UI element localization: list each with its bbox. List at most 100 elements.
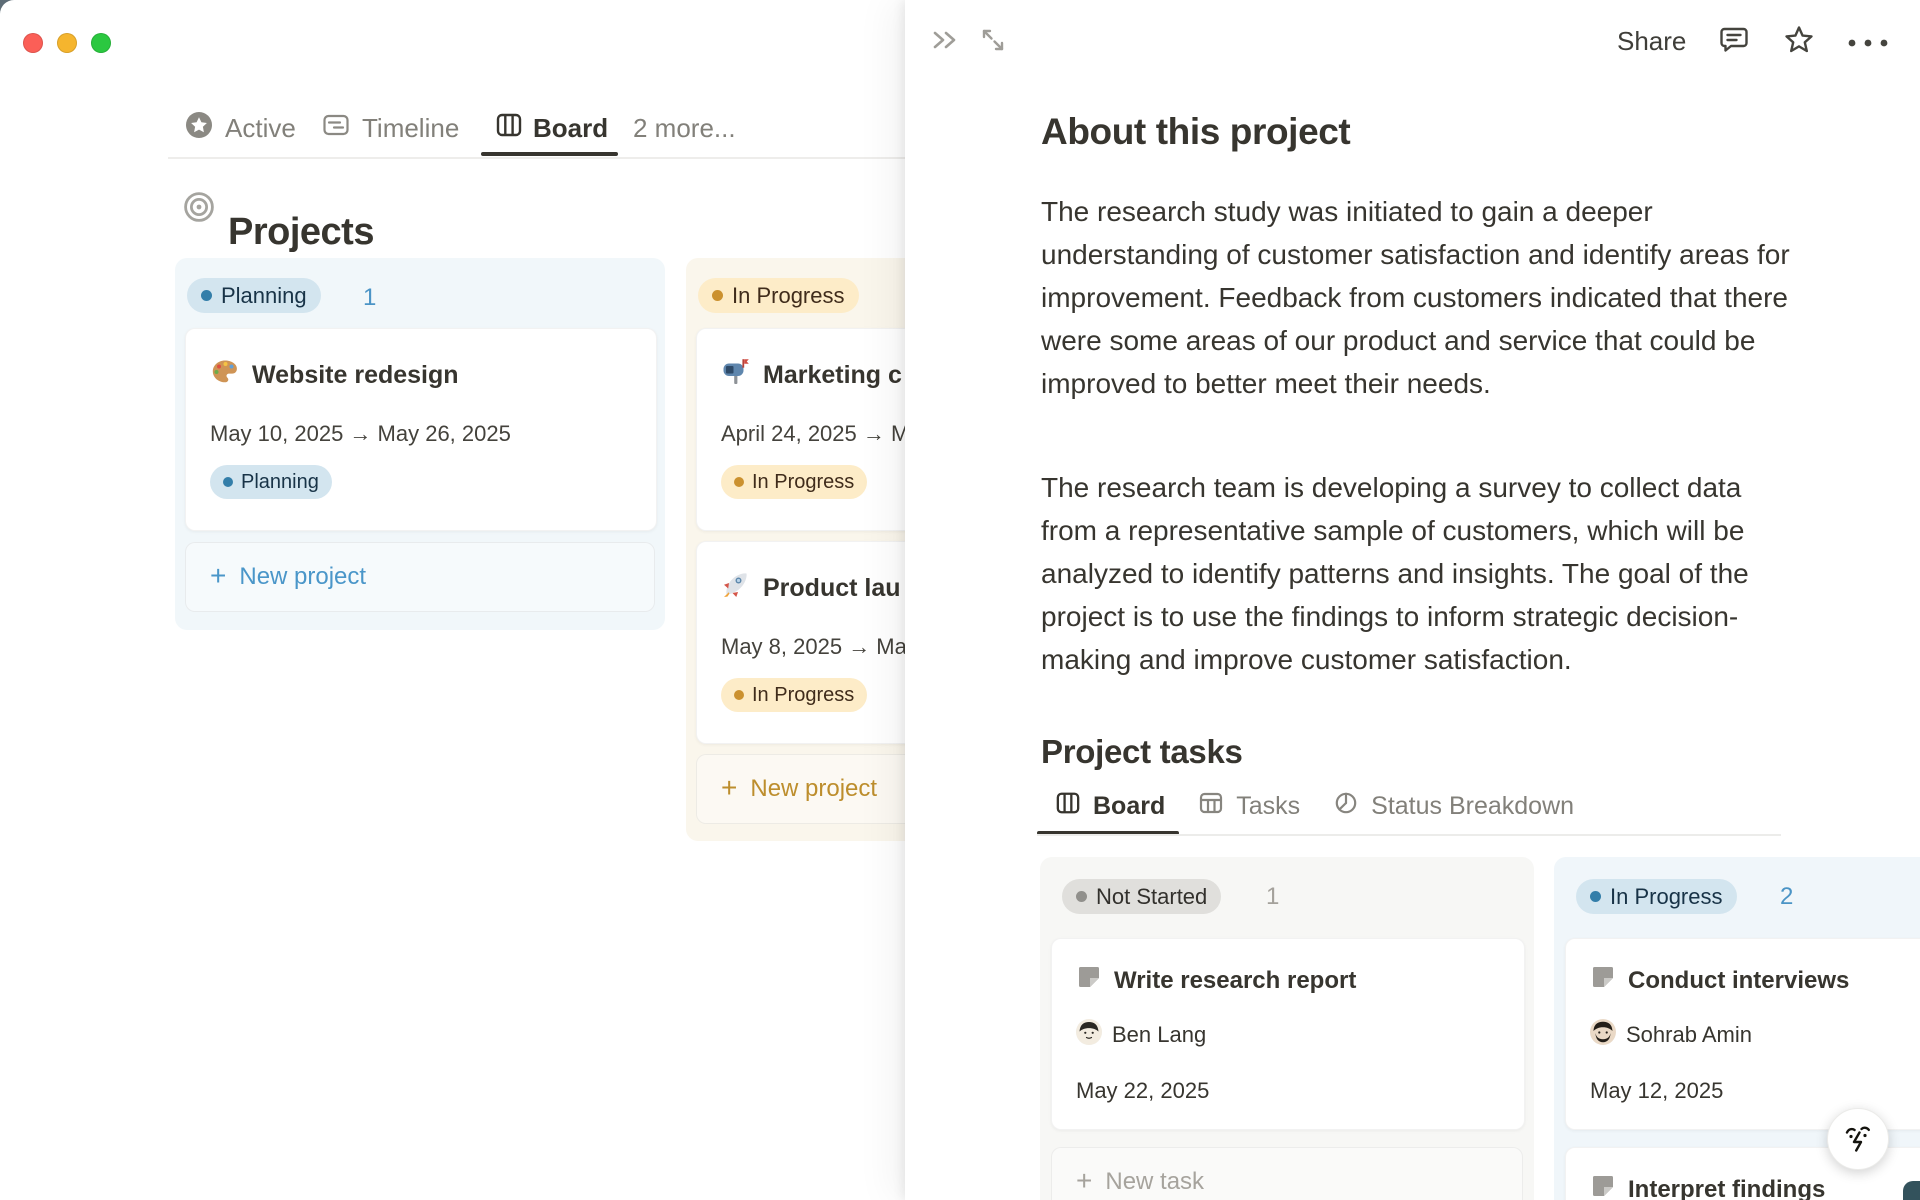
status-pill-not-started[interactable]: Not Started xyxy=(1062,879,1222,914)
status-dot xyxy=(223,477,233,487)
status-dot xyxy=(1590,891,1601,902)
task-date: May 22, 2025 xyxy=(1076,1078,1210,1103)
active-tab-underline xyxy=(481,152,618,156)
card-dates: April 24, 2025 → M xyxy=(721,421,910,446)
tab-more-views[interactable]: 2 more... xyxy=(633,112,736,144)
view-tabs-divider xyxy=(1037,834,1781,836)
comments-icon[interactable] xyxy=(1718,24,1750,61)
close-peek-chevrons-icon[interactable] xyxy=(930,25,960,60)
favorite-star-icon[interactable] xyxy=(1782,23,1816,62)
status-dot xyxy=(734,690,744,700)
task-title: Write research report xyxy=(1114,967,1357,994)
project-card-website-redesign[interactable]: Website redesign May 10, 2025 → May 26, … xyxy=(185,328,657,531)
plus-icon: + xyxy=(210,560,227,591)
card-status-tag: In Progress xyxy=(721,465,868,499)
board-icon xyxy=(1056,791,1080,822)
card-status-tag: In Progress xyxy=(721,678,868,712)
corner-avatar-fragment xyxy=(1903,1181,1920,1200)
tab-timeline[interactable]: Timeline xyxy=(322,112,459,144)
task-assignee: Ben Lang xyxy=(1112,1022,1207,1047)
avatar-ben-lang xyxy=(1076,1019,1102,1045)
tab-board[interactable]: Board xyxy=(496,112,608,144)
status-pill-in-progress[interactable]: In Progress xyxy=(698,278,859,313)
column-count: 1 xyxy=(1266,883,1280,910)
avatar-sohrab-amin xyxy=(1590,1019,1616,1045)
page-title: Projects xyxy=(228,211,374,254)
task-column-not-started: Not Started 1 Write research report Ben … xyxy=(1040,857,1534,1200)
mailbox-icon xyxy=(721,357,751,392)
status-dot xyxy=(712,290,723,301)
pie-chart-icon xyxy=(1334,791,1358,822)
new-task-label: New task xyxy=(1105,1168,1205,1195)
status-dot xyxy=(734,477,744,487)
about-paragraph-2: The research team is developing a survey… xyxy=(1041,472,1749,675)
note-icon xyxy=(1590,964,1616,995)
task-title: Conduct interviews xyxy=(1628,967,1850,994)
status-pill-planning[interactable]: Planning xyxy=(187,278,321,313)
zoom-window-button[interactable] xyxy=(91,33,111,53)
notion-ai-button[interactable] xyxy=(1827,1108,1889,1170)
plus-icon: + xyxy=(1076,1165,1093,1196)
card-dates: May 8, 2025 → Ma xyxy=(721,634,907,659)
screen: Active Timeline Board 2 more... Projects xyxy=(0,0,1920,1200)
status-pill-label: In Progress xyxy=(1610,883,1723,909)
more-options-icon[interactable] xyxy=(1846,36,1890,54)
card-status-label: In Progress xyxy=(752,683,855,706)
plus-icon: + xyxy=(721,772,738,803)
view-tab-board-label: Board xyxy=(1093,791,1166,820)
card-dates: May 10, 2025 → May 26, 2025 xyxy=(210,421,511,446)
view-tab-status-breakdown[interactable]: Status Breakdown xyxy=(1334,791,1574,821)
rocket-icon xyxy=(721,570,751,605)
star-circle-icon xyxy=(185,111,213,146)
status-pill-in-progress[interactable]: In Progress xyxy=(1576,879,1737,914)
view-tab-status-breakdown-label: Status Breakdown xyxy=(1371,791,1575,820)
tab-active[interactable]: Active xyxy=(185,111,296,146)
about-paragraph-1: The research study was initiated to gain… xyxy=(1041,196,1790,399)
card-status-label: In Progress xyxy=(752,470,855,493)
column-count: 1 xyxy=(363,284,377,311)
new-project-button-planning[interactable]: + New project xyxy=(185,542,655,612)
card-title: Marketing c xyxy=(763,361,902,389)
card-status-tag: Planning xyxy=(210,465,332,499)
card-title: Product lau xyxy=(763,574,901,602)
ai-face-icon xyxy=(1840,1119,1876,1160)
tabs-divider xyxy=(168,157,905,159)
task-date: May 12, 2025 xyxy=(1590,1078,1724,1103)
new-project-label: New project xyxy=(239,563,367,590)
expand-page-icon[interactable] xyxy=(978,25,1008,60)
note-icon xyxy=(1590,1173,1616,1200)
task-card-conduct-interviews[interactable]: Conduct interviews Sohrab Amin May 12, 2… xyxy=(1565,938,1920,1130)
view-tab-board[interactable]: Board xyxy=(1056,791,1165,821)
task-view-tabs: Board Tasks Status Breakdown xyxy=(1056,791,1574,821)
view-tab-tasks-label: Tasks xyxy=(1236,791,1301,820)
peek-page-title: About this project xyxy=(1041,110,1351,152)
side-peek-panel: Share About this project The research st… xyxy=(905,0,1920,1200)
task-title: Interpret findings xyxy=(1628,1176,1826,1200)
section-heading: Project tasks xyxy=(1041,733,1243,771)
card-title: Website redesign xyxy=(252,361,459,389)
close-window-button[interactable] xyxy=(23,33,43,53)
minimize-window-button[interactable] xyxy=(57,33,77,53)
board-column-planning: Planning 1 Website redesign May 10, 2025… xyxy=(175,258,665,630)
share-button[interactable]: Share xyxy=(1617,26,1686,57)
status-dot xyxy=(1076,891,1087,902)
task-card-write-research-report[interactable]: Write research report Ben Lang May 22, 2… xyxy=(1051,938,1525,1130)
card-status-label: Planning xyxy=(241,470,319,493)
tab-active-label: Active xyxy=(225,112,296,143)
new-task-button[interactable]: + New task xyxy=(1051,1147,1523,1200)
tab-more-label: 2 more... xyxy=(633,112,736,143)
board-icon xyxy=(496,112,522,145)
tab-timeline-label: Timeline xyxy=(362,112,460,143)
target-icon xyxy=(183,191,215,223)
palette-icon xyxy=(210,357,240,392)
status-pill-label: Planning xyxy=(221,282,307,308)
status-pill-label: In Progress xyxy=(732,282,845,308)
tab-board-label: Board xyxy=(533,112,609,143)
view-tab-tasks[interactable]: Tasks xyxy=(1199,791,1300,821)
column-count: 2 xyxy=(1780,883,1794,910)
status-pill-label: Not Started xyxy=(1096,883,1208,909)
task-assignee: Sohrab Amin xyxy=(1626,1022,1752,1047)
note-icon xyxy=(1076,964,1102,995)
status-dot xyxy=(201,290,212,301)
new-project-label: New project xyxy=(750,775,878,802)
